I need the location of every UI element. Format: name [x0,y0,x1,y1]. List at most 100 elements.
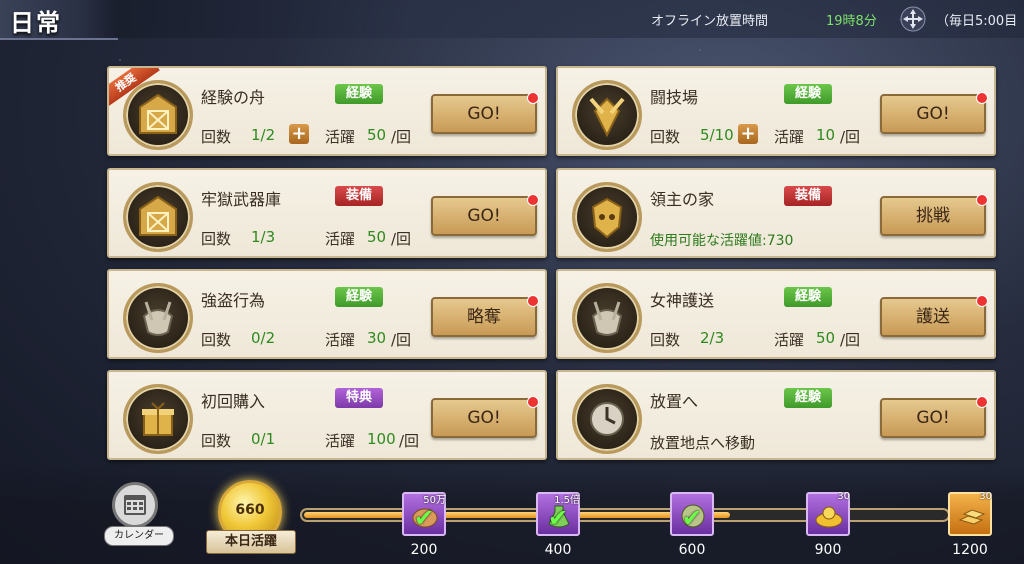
boat-emblem-icon [123,80,193,150]
task-action-button[interactable]: 護送 [880,295,988,337]
button-label: GO! [467,408,501,428]
daily-reset-note: （毎日5:00目 [936,14,1018,29]
activity-label: 活躍 [774,331,805,349]
add-count-button[interactable]: + [289,124,309,144]
activity-value: 30 [367,329,387,347]
notification-dot [976,396,988,408]
count-label: 回数 [650,331,681,349]
button-label: 略奪 [467,307,501,327]
arena-emblem-icon [572,80,642,150]
task-category-tag: 特典 [335,388,383,408]
task-action-button[interactable]: GO! [431,396,539,438]
task-category-tag: 経験 [335,84,383,104]
lord-skull-emblem-icon [572,182,642,252]
milestone-value: 1200 [952,542,988,558]
task-action-button[interactable]: GO! [431,194,539,236]
task-card-arena: 闘技場 経験 回数 5/10 + 活躍 10/回 GO! [556,66,996,156]
button-label: GO! [467,206,501,226]
activity-value: 100 [367,430,396,448]
count-label: 回数 [650,128,681,146]
activity-label: 活躍 [325,230,356,248]
calendar-button[interactable]: カレンダー [104,478,174,548]
notification-dot [976,295,988,307]
escort-emblem-icon [572,283,642,353]
task-card-go-idle: 放置へ 経験放置地点へ移動 GO! [556,370,996,460]
milestone-reward-1200[interactable]: 30 [948,491,992,536]
task-card-lords-house: 領主の家 装備 使用可能な活躍値:730 挑戦 [556,168,996,258]
gift-emblem-icon [123,384,193,454]
task-action-button[interactable]: GO! [880,92,988,134]
count-value: 5/10 [700,126,734,144]
activity-value: 50 [367,126,387,144]
task-subtitle: 使用可能な活躍値:730 [650,233,794,249]
gold-pile-icon [815,506,843,528]
milestone-value: 400 [544,542,572,558]
task-name: 放置へ [650,392,699,411]
activity-unit: /回 [840,331,861,349]
activity-label: 活躍 [774,128,805,146]
page-title: 日常 [10,9,62,37]
task-card-robbery: 強盗行為 経験回数 0/2 活躍 30/回 略奪 [107,269,547,359]
button-label: GO! [916,408,950,428]
task-name: 女神護送 [650,291,715,310]
task-subtitle: 放置地点へ移動 [650,434,756,452]
button-label: 挑戦 [916,206,950,226]
claimed-check-icon: ✔ [414,504,435,532]
activity-unit: /回 [391,230,412,248]
activity-value: 50 [367,228,387,246]
claimed-check-icon: ✔ [682,504,703,532]
task-category-tag: 経験 [784,287,832,307]
milestone-reward-200[interactable]: 50万 ✔ [402,492,446,536]
add-count-button[interactable]: + [738,124,758,144]
task-category-tag: 経験 [335,287,383,307]
task-action-button[interactable]: GO! [880,396,988,438]
count-value: 1/2 [251,126,276,144]
activity-label: 活躍 [325,128,356,146]
activity-value: 10 [816,126,836,144]
task-name: 牢獄武器庫 [201,190,282,209]
offline-time-value: 19時8分 [826,14,877,29]
activity-label: 活躍 [325,331,356,349]
notification-dot [976,92,988,104]
activity-unit: /回 [391,331,412,349]
count-label: 回数 [201,331,232,349]
count-value: 1/3 [251,228,276,246]
move-arrows-icon[interactable] [900,6,926,32]
top-bar: 日常 オフライン放置時間 19時8分 （毎日5:00目 [0,0,1024,40]
activity-unit: /回 [840,128,861,146]
milestone-reward-400[interactable]: 1.5倍 ✔ [536,492,580,536]
notification-dot [527,92,539,104]
task-name: 闘技場 [650,88,699,107]
count-label: 回数 [201,128,232,146]
task-card-first-purchase: 初回購入 特典回数 0/1 活躍 100/回 GO! [107,370,547,460]
count-value: 0/1 [251,430,276,448]
notification-dot [976,194,988,206]
milestone-value: 200 [410,542,438,558]
button-label: 護送 [916,307,950,327]
count-label: 回数 [201,432,232,450]
task-action-button[interactable]: GO! [431,92,539,134]
activity-label: 活躍 [325,432,356,450]
notification-dot [527,295,539,307]
task-name: 初回購入 [201,392,266,411]
gold-bars-icon [958,509,986,525]
count-value: 0/2 [251,329,276,347]
task-name: 領主の家 [650,190,715,209]
calendar-icon [112,482,158,528]
milestone-reward-600[interactable]: ✔ [670,492,714,536]
task-card-goddess-escort: 女神護送 経験 回数 2/3 活躍 50/回 護送 [556,269,996,359]
button-label: GO! [916,104,950,124]
task-name: 経験の舟 [201,88,266,107]
milestone-reward-900[interactable]: 30 [806,491,850,536]
clock-emblem-icon [572,384,642,454]
task-name: 強盗行為 [201,291,266,310]
activity-unit: /回 [399,432,420,450]
activity-label: 本日活躍 [206,530,296,554]
task-card-prison-armory: 牢獄武器庫 装備 回数 1/3 活躍 50/回 GO! [107,168,547,258]
task-category-tag: 経験 [784,388,832,408]
task-action-button[interactable]: 略奪 [431,295,539,337]
activity-value: 50 [816,329,836,347]
task-action-button[interactable]: 挑戦 [880,194,988,236]
milestone-value: 900 [814,542,842,558]
bandit-emblem-icon [123,283,193,353]
